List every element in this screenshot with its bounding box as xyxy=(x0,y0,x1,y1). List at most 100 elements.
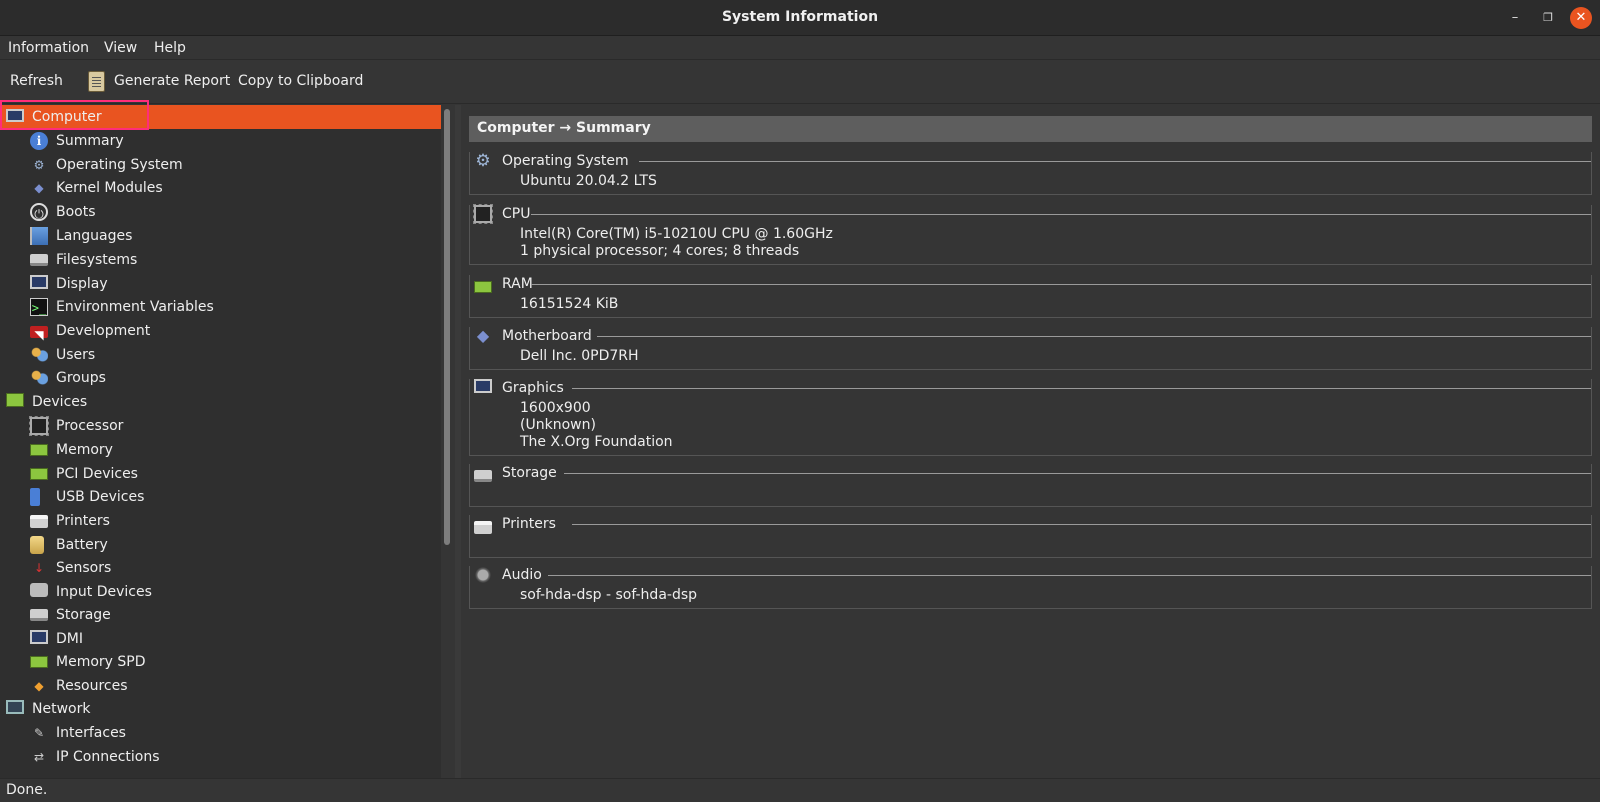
input-device-icon xyxy=(30,583,48,597)
tree-item-filesystems[interactable]: Filesystems xyxy=(0,248,441,272)
section-audio: Audio sof-hda-dsp - sof-hda-dsp xyxy=(469,566,1592,609)
tree-item-label: Processor xyxy=(56,418,124,434)
printer-icon xyxy=(474,521,492,534)
info-icon: i xyxy=(30,132,48,150)
processor-icon xyxy=(29,416,49,436)
gear-icon: ⚙ xyxy=(33,158,45,172)
tree-item-label: Storage xyxy=(56,607,111,623)
section-divider xyxy=(530,284,1591,285)
tree-item-label: Environment Variables xyxy=(56,299,214,315)
development-icon: ◥ xyxy=(30,326,48,342)
section-title: Graphics xyxy=(502,380,564,396)
section-title: RAM xyxy=(502,276,533,292)
section-motherboard: ◆ Motherboard Dell Inc. 0PD7RH xyxy=(469,327,1592,370)
tree-item-groups[interactable]: Groups xyxy=(0,366,441,390)
flag-icon xyxy=(30,227,48,245)
minimize-icon[interactable]: – xyxy=(1505,8,1525,28)
section-title: Operating System xyxy=(502,153,629,169)
tree-item-environment-variables[interactable]: >_ Environment Variables xyxy=(0,295,441,319)
category-tree[interactable]: Computer i Summary ⚙ Operating System ◆ Kernel… xyxy=(0,105,441,778)
section-divider xyxy=(564,473,1591,474)
section-title: Motherboard xyxy=(502,328,592,344)
power-icon: ⏻ xyxy=(30,203,48,221)
tree-item-operating-system[interactable]: ⚙ Operating System xyxy=(0,153,441,177)
tree-item-network[interactable]: Network xyxy=(0,697,441,721)
tree-item-label: Network xyxy=(32,701,91,717)
memory-icon xyxy=(30,444,48,456)
section-value: Ubuntu 20.04.2 LTS xyxy=(520,173,657,189)
copy-to-clipboard-button[interactable]: Copy to Clipboard xyxy=(238,73,363,89)
tree-item-label: Battery xyxy=(56,537,108,553)
tree-item-printers[interactable]: Printers xyxy=(0,509,441,533)
title-bar: System Information – ❐ ✕ xyxy=(0,0,1600,36)
section-value: sof-hda-dsp - sof-hda-dsp xyxy=(520,587,698,603)
tree-item-label: Memory xyxy=(56,442,113,458)
refresh-button[interactable]: Refresh xyxy=(10,73,63,89)
maximize-icon[interactable]: ❐ xyxy=(1538,8,1558,28)
tree-item-ip-connections[interactable]: ⇄ IP Connections xyxy=(0,745,441,769)
window-title: System Information xyxy=(721,9,879,25)
tree-item-interfaces[interactable]: ✎ Interfaces xyxy=(0,721,441,745)
tree-item-devices[interactable]: Devices xyxy=(0,390,441,414)
section-divider xyxy=(547,575,1591,576)
close-icon[interactable]: ✕ xyxy=(1570,7,1592,29)
section-operating-system: ⚙ Operating System Ubuntu 20.04.2 LTS xyxy=(469,152,1592,195)
tree-item-label: Interfaces xyxy=(56,725,126,741)
tree-item-users[interactable]: Users xyxy=(0,343,441,367)
ip-connections-icon: ⇄ xyxy=(33,750,45,764)
report-icon[interactable] xyxy=(88,71,105,92)
status-text: Done. xyxy=(6,782,48,798)
tree-item-label: Resources xyxy=(56,678,128,694)
section-title: Printers xyxy=(502,516,556,532)
network-icon xyxy=(6,700,24,714)
tree-item-storage[interactable]: Storage xyxy=(0,603,441,627)
selection-highlight xyxy=(0,100,149,130)
sensor-icon: ↓ xyxy=(33,561,45,575)
tree-item-pci-devices[interactable]: PCI Devices xyxy=(0,462,441,486)
tree-item-label: PCI Devices xyxy=(56,466,138,482)
tree-item-display[interactable]: Display xyxy=(0,272,441,296)
tree-item-kernel-modules[interactable]: ◆ Kernel Modules xyxy=(0,176,441,200)
menu-view[interactable]: View xyxy=(104,40,137,56)
generate-report-button[interactable]: Generate Report xyxy=(114,73,230,89)
section-storage: Storage xyxy=(469,464,1592,507)
module-icon: ◆ xyxy=(476,326,490,345)
tree-item-label: Filesystems xyxy=(56,252,138,268)
tree-item-label: Input Devices xyxy=(56,584,152,600)
section-value: 1 physical processor; 4 cores; 8 threads xyxy=(520,243,800,259)
tree-item-label: Sensors xyxy=(56,560,112,576)
section-title: Storage xyxy=(502,465,557,481)
menu-help[interactable]: Help xyxy=(154,40,186,56)
tree-item-label: Users xyxy=(56,347,96,363)
tree-item-processor[interactable]: Processor xyxy=(0,414,441,438)
section-value: 1600x900 xyxy=(520,400,591,416)
section-title: CPU xyxy=(502,206,531,222)
menu-information[interactable]: Information xyxy=(8,40,89,56)
tree-item-resources[interactable]: ◆ Resources xyxy=(0,674,441,698)
tree-item-languages[interactable]: Languages xyxy=(0,224,441,248)
tree-item-input-devices[interactable]: Input Devices xyxy=(0,580,441,604)
memory-icon xyxy=(474,281,492,293)
breadcrumb: Computer → Summary xyxy=(469,116,1592,142)
tree-item-label: Boots xyxy=(56,204,96,220)
section-value: Dell Inc. 0PD7RH xyxy=(520,348,639,364)
tree-item-summary[interactable]: i Summary xyxy=(0,129,441,153)
section-graphics: Graphics 1600x900 (Unknown) The X.Org Found… xyxy=(469,379,1592,456)
section-divider xyxy=(530,214,1591,215)
monitor-icon xyxy=(474,379,492,393)
tree-scrollbar[interactable] xyxy=(444,109,450,545)
storage-icon xyxy=(474,470,492,482)
audio-icon xyxy=(474,566,492,584)
tree-item-label: USB Devices xyxy=(56,489,145,505)
tree-item-usb-devices[interactable]: USB Devices xyxy=(0,485,441,509)
tree-item-development[interactable]: ◥ Development xyxy=(0,319,441,343)
tree-item-sensors[interactable]: ↓ Sensors xyxy=(0,556,441,580)
tree-item-dmi[interactable]: DMI xyxy=(0,627,441,651)
tree-item-battery[interactable]: Battery xyxy=(0,533,441,557)
tree-item-boots[interactable]: ⏻ Boots xyxy=(0,200,441,224)
tree-item-memory[interactable]: Memory xyxy=(0,438,441,462)
tree-item-label: IP Connections xyxy=(56,749,160,765)
section-title: Audio xyxy=(502,567,542,583)
section-value: (Unknown) xyxy=(520,417,596,433)
tree-item-memory-spd[interactable]: Memory SPD xyxy=(0,650,441,674)
